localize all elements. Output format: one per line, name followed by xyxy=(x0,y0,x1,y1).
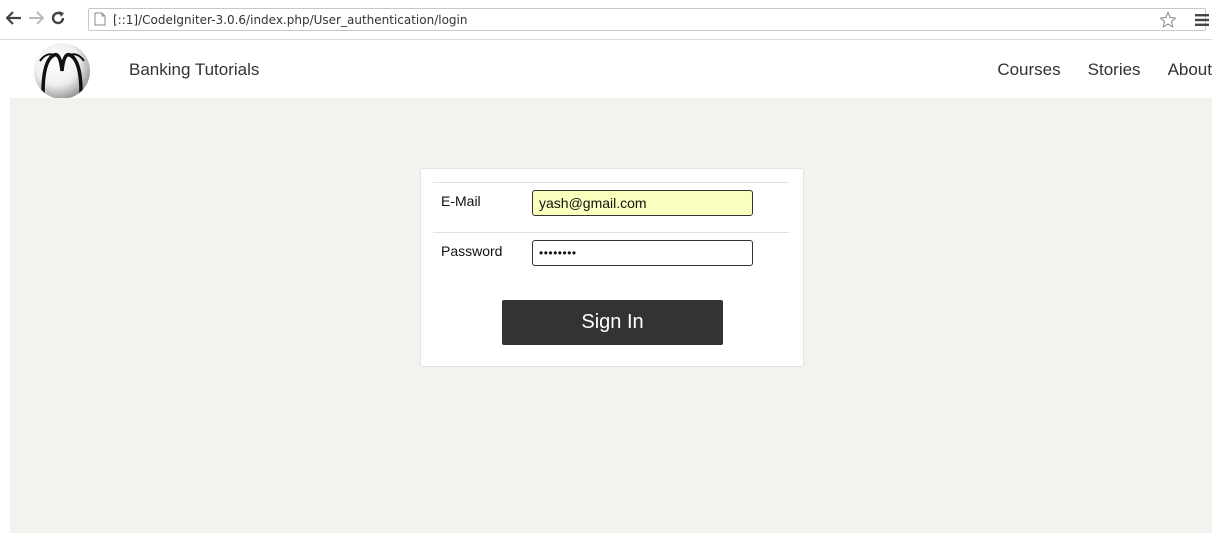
email-label: E-Mail xyxy=(441,193,481,209)
email-field[interactable]: yash@gmail.com xyxy=(532,190,753,216)
site-header: Banking Tutorials Courses Stories About xyxy=(10,41,1212,99)
site-logo[interactable] xyxy=(34,43,90,99)
page-icon xyxy=(94,12,106,31)
main-nav: Courses Stories About xyxy=(997,60,1212,80)
menu-icon[interactable] xyxy=(1192,10,1212,30)
login-form: E-Mail yash@gmail.com Password •••••••• … xyxy=(420,168,804,367)
nav-stories[interactable]: Stories xyxy=(1088,60,1141,80)
address-bar[interactable]: [::1]/CodeIgniter-3.0.6/index.php/User_a… xyxy=(88,8,1206,31)
star-icon[interactable] xyxy=(1159,11,1177,34)
password-label: Password xyxy=(441,243,503,259)
sign-in-button[interactable]: Sign In xyxy=(502,300,723,345)
browser-toolbar: [::1]/CodeIgniter-3.0.6/index.php/User_a… xyxy=(0,0,1212,40)
main-content: E-Mail yash@gmail.com Password •••••••• … xyxy=(10,98,1212,533)
divider xyxy=(433,182,789,183)
nav-courses[interactable]: Courses xyxy=(997,60,1060,80)
nav-about[interactable]: About xyxy=(1168,60,1212,80)
forward-arrow-icon[interactable] xyxy=(26,8,46,28)
reload-icon[interactable] xyxy=(48,8,68,28)
url-text: [::1]/CodeIgniter-3.0.6/index.php/User_a… xyxy=(113,13,468,27)
brand-name[interactable]: Banking Tutorials xyxy=(129,60,259,80)
back-arrow-icon[interactable] xyxy=(4,8,24,28)
divider xyxy=(433,232,789,233)
password-field[interactable]: •••••••• xyxy=(532,240,753,266)
